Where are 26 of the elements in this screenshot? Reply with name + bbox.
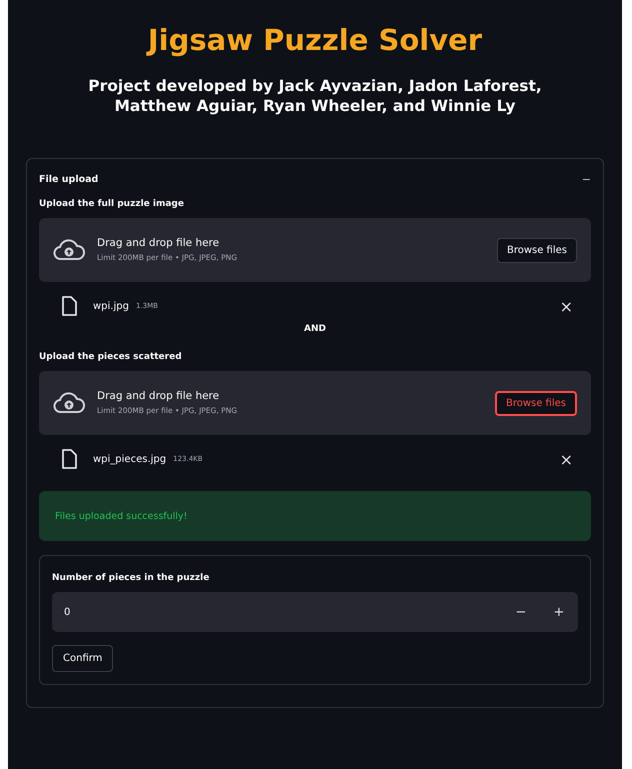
confirm-button[interactable]: Confirm: [52, 645, 114, 672]
remove-file-button[interactable]: ×: [556, 296, 577, 316]
drop-instruction: Drag and drop file here: [97, 236, 220, 250]
remove-file-button[interactable]: ×: [556, 450, 577, 468]
page-subtitle: Project developed by Jack Ayvazian, Jadon Laforest, Matthew Aguiar, Ryan Wheeler, and Winnie Ly: [87, 76, 543, 116]
uploader-label: Upload the full puzzle image: [39, 199, 185, 210]
success-message: Files uploaded successfully!: [39, 491, 591, 541]
page-title: Jigsaw Puzzle Solver: [145, 22, 484, 58]
file-name: wpi.jpg: [93, 300, 129, 312]
number-input-label: Number of pieces in the puzzle: [52, 573, 210, 584]
decrement-button[interactable]: −: [502, 592, 540, 632]
increment-button[interactable]: +: [540, 592, 578, 632]
cloud-upload-icon: [53, 391, 85, 415]
cloud-upload-icon: [53, 238, 85, 262]
uploader-label: Upload the pieces scattered: [39, 352, 183, 363]
collapse-toggle[interactable]: −: [582, 172, 591, 186]
file-icon: [61, 449, 77, 469]
browse-files-button[interactable]: Browse files: [496, 238, 577, 262]
expander-label: File upload: [39, 174, 98, 184]
file-icon: [61, 296, 77, 316]
browse-files-button[interactable]: Browse files: [494, 390, 577, 416]
expander-header[interactable]: File upload −: [39, 159, 591, 199]
separator-text: AND: [303, 324, 327, 334]
number-input-field[interactable]: 0: [52, 606, 502, 618]
file-name: wpi_pieces.jpg: [93, 454, 166, 464]
drop-instruction: Drag and drop file here: [97, 389, 220, 403]
